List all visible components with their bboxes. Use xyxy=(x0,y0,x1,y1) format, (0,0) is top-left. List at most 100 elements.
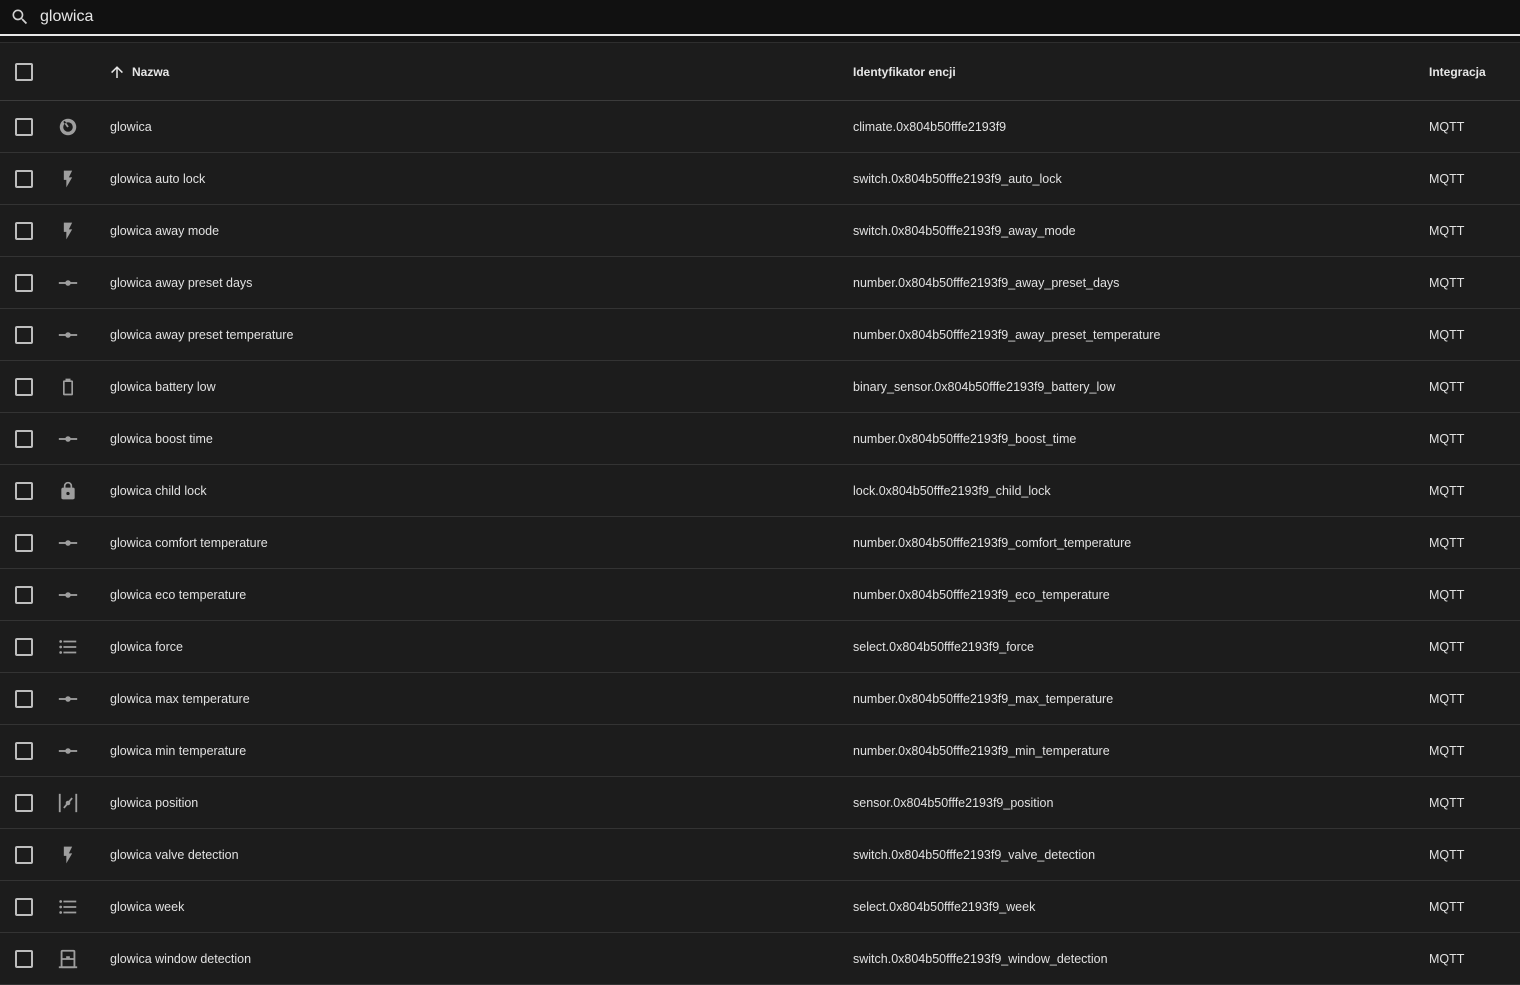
entity-name: glowica eco temperature xyxy=(110,587,247,602)
row-checkbox[interactable] xyxy=(15,637,33,656)
entity-integration: MQTT xyxy=(1429,483,1465,498)
entity-integration: MQTT xyxy=(1429,119,1465,134)
search-input[interactable] xyxy=(40,2,640,32)
entities-table: Nazwa Identyfikator encji Integracja glo… xyxy=(0,43,1520,985)
entity-id: select.0x804b50fffe2193f9_week xyxy=(853,899,1036,914)
row-checkbox[interactable] xyxy=(15,325,33,344)
table-row[interactable]: glowica max temperature number.0x804b50ff… xyxy=(0,673,1520,725)
ray-vertex-icon xyxy=(57,584,79,606)
table-row[interactable]: glowica position sensor.0x804b50fffe2193f… xyxy=(0,777,1520,829)
table-row[interactable]: glowica force select.0x804b50fffe2193f9_f… xyxy=(0,621,1520,673)
table-row[interactable]: glowica week select.0x804b50fffe2193f9_we… xyxy=(0,881,1520,933)
row-checkbox[interactable] xyxy=(15,793,33,812)
table-row[interactable]: glowica eco temperature number.0x804b50ff… xyxy=(0,569,1520,621)
entity-id: binary_sensor.0x804b50fffe2193f9_battery… xyxy=(853,379,1116,394)
table-row[interactable]: glowica child lock lock.0x804b50fffe2193f… xyxy=(0,465,1520,517)
entity-id: switch.0x804b50fffe2193f9_window_detecti… xyxy=(853,951,1108,966)
thermostat-icon xyxy=(57,116,79,138)
table-row[interactable]: glowica battery low binary_sensor.0x804b5… xyxy=(0,361,1520,413)
entity-integration: MQTT xyxy=(1429,535,1465,550)
entity-id: number.0x804b50fffe2193f9_max_temperatur… xyxy=(853,691,1114,706)
table-row[interactable]: glowica boost time number.0x804b50fffe219… xyxy=(0,413,1520,465)
format-list-bulleted-icon xyxy=(57,636,79,658)
entity-id: lock.0x804b50fffe2193f9_child_lock xyxy=(853,483,1051,498)
entity-name: glowica position xyxy=(110,795,199,810)
entity-name: glowica min temperature xyxy=(110,743,247,758)
entity-name: glowica valve detection xyxy=(110,847,239,862)
entity-integration: MQTT xyxy=(1429,847,1465,862)
row-checkbox[interactable] xyxy=(15,533,33,552)
entity-name: glowica child lock xyxy=(110,483,207,498)
entity-id: switch.0x804b50fffe2193f9_valve_detectio… xyxy=(853,847,1096,862)
table-row[interactable]: glowica away preset temperature number.0x… xyxy=(0,309,1520,361)
entity-integration: MQTT xyxy=(1429,743,1465,758)
table-row[interactable]: glowica min temperature number.0x804b50ff… xyxy=(0,725,1520,777)
table-row[interactable]: glowica away preset days number.0x804b50f… xyxy=(0,257,1520,309)
arrow-up-icon xyxy=(108,63,126,81)
ray-vertex-icon xyxy=(57,532,79,554)
entity-name: glowica comfort temperature xyxy=(110,535,268,550)
entity-id: switch.0x804b50fffe2193f9_auto_lock xyxy=(853,171,1062,186)
entity-integration: MQTT xyxy=(1429,327,1465,342)
select-all-checkbox[interactable] xyxy=(15,62,33,81)
entity-integration: MQTT xyxy=(1429,587,1465,602)
row-checkbox[interactable] xyxy=(15,741,33,760)
entity-integration: MQTT xyxy=(1429,171,1465,186)
ray-vertex-icon xyxy=(57,324,79,346)
ray-vertex-icon xyxy=(57,740,79,762)
row-checkbox[interactable] xyxy=(15,169,33,188)
row-checkbox[interactable] xyxy=(15,429,33,448)
flash-icon xyxy=(58,169,78,189)
table-row[interactable]: glowica window detection switch.0x804b50f… xyxy=(0,933,1520,985)
flash-icon xyxy=(58,221,78,241)
row-checkbox[interactable] xyxy=(15,689,33,708)
entity-id: number.0x804b50fffe2193f9_away_preset_da… xyxy=(853,275,1120,290)
entity-id: sensor.0x804b50fffe2193f9_position xyxy=(853,795,1054,810)
table-header: Nazwa Identyfikator encji Integracja xyxy=(0,43,1520,101)
column-header-name-label: Nazwa xyxy=(132,64,170,79)
window-closed-icon xyxy=(57,948,79,970)
entity-id: number.0x804b50fffe2193f9_eco_temperatur… xyxy=(853,587,1110,602)
row-checkbox[interactable] xyxy=(15,273,33,292)
format-list-bulleted-icon xyxy=(57,896,79,918)
column-header-integration[interactable]: Integracja xyxy=(1429,65,1519,79)
entity-name: glowica force xyxy=(110,639,183,654)
entity-name: glowica xyxy=(110,119,152,134)
ray-vertex-icon xyxy=(57,272,79,294)
column-header-entity-id[interactable]: Identyfikator encji xyxy=(853,65,1429,79)
entity-integration: MQTT xyxy=(1429,795,1465,810)
table-row[interactable]: glowica climate.0x804b50fffe2193f9 MQTT xyxy=(0,101,1520,153)
row-checkbox[interactable] xyxy=(15,897,33,916)
entity-name: glowica battery low xyxy=(110,379,216,394)
entity-integration: MQTT xyxy=(1429,431,1465,446)
row-checkbox[interactable] xyxy=(15,845,33,864)
flash-icon xyxy=(58,845,78,865)
row-checkbox[interactable] xyxy=(15,377,33,396)
row-checkbox[interactable] xyxy=(15,117,33,136)
entity-id: number.0x804b50fffe2193f9_boost_time xyxy=(853,431,1077,446)
toolbar-spacer xyxy=(0,36,1520,43)
entity-id: switch.0x804b50fffe2193f9_away_mode xyxy=(853,223,1076,238)
entity-integration: MQTT xyxy=(1429,275,1465,290)
entity-integration: MQTT xyxy=(1429,899,1465,914)
entity-name: glowica week xyxy=(110,899,185,914)
table-row[interactable]: glowica auto lock switch.0x804b50fffe2193… xyxy=(0,153,1520,205)
table-row[interactable]: glowica away mode switch.0x804b50fffe2193… xyxy=(0,205,1520,257)
entity-name: glowica away preset days xyxy=(110,275,253,290)
entity-integration: MQTT xyxy=(1429,223,1465,238)
row-checkbox[interactable] xyxy=(15,949,33,968)
entity-integration: MQTT xyxy=(1429,951,1465,966)
valve-icon xyxy=(57,792,79,814)
row-checkbox[interactable] xyxy=(15,221,33,240)
row-checkbox[interactable] xyxy=(15,585,33,604)
entity-name: glowica boost time xyxy=(110,431,213,446)
table-body: glowica climate.0x804b50fffe2193f9 MQTT glo… xyxy=(0,101,1520,985)
row-checkbox[interactable] xyxy=(15,481,33,500)
column-header-name[interactable]: Nazwa xyxy=(88,63,853,81)
table-row[interactable]: glowica valve detection switch.0x804b50ff… xyxy=(0,829,1520,881)
table-row[interactable]: glowica comfort temperature number.0x804b… xyxy=(0,517,1520,569)
entity-id: climate.0x804b50fffe2193f9 xyxy=(853,119,1007,134)
battery-outline-icon xyxy=(58,376,78,398)
ray-vertex-icon xyxy=(57,688,79,710)
entity-id: number.0x804b50fffe2193f9_away_preset_te… xyxy=(853,327,1161,342)
